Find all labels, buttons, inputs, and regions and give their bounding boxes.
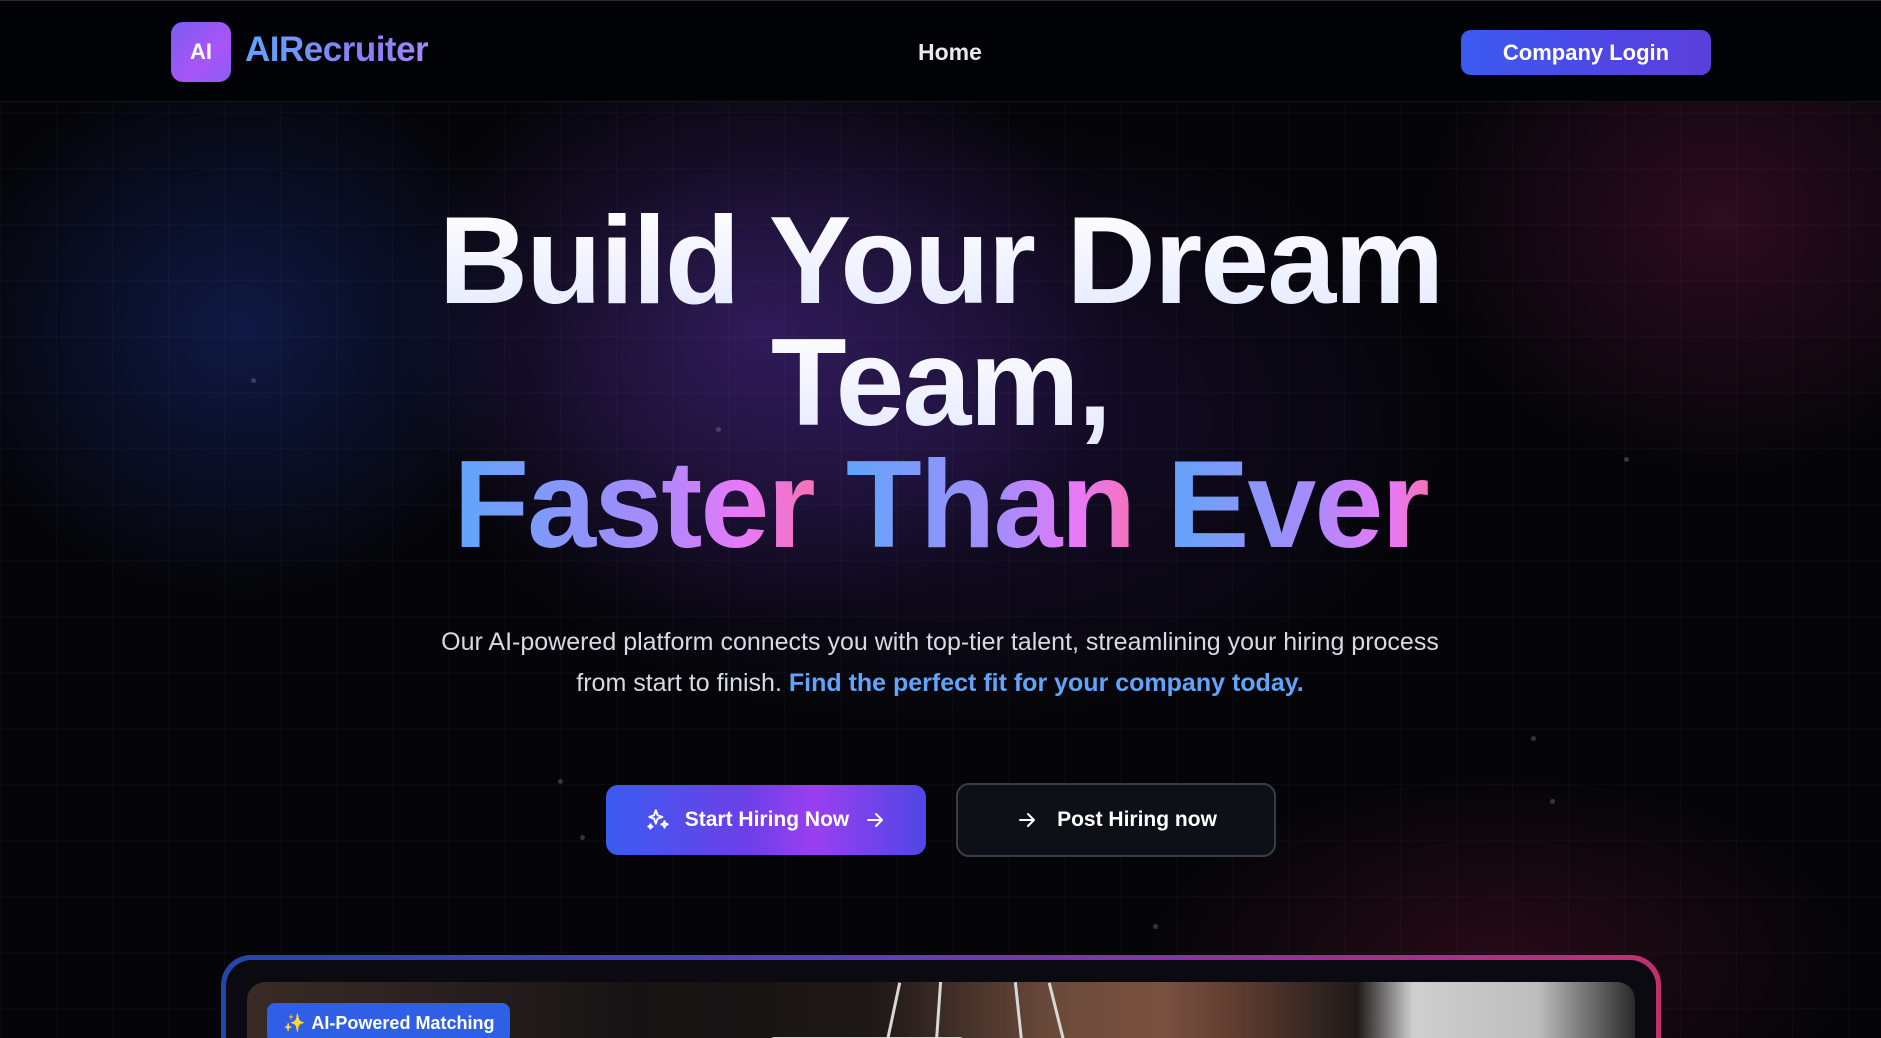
hero-title-line-3: Faster Than Ever bbox=[0, 443, 1881, 567]
start-hiring-button[interactable]: Start Hiring Now bbox=[606, 785, 926, 855]
arrow-right-icon bbox=[1015, 808, 1039, 832]
ai-matching-badge-label: AI-Powered Matching bbox=[311, 1012, 495, 1033]
decor-dot bbox=[1531, 736, 1536, 741]
hero-title-line-1: Build Your Dream bbox=[0, 199, 1881, 323]
arrow-right-icon bbox=[863, 808, 887, 832]
hero-title-word-ever: Ever bbox=[1166, 436, 1430, 574]
post-hiring-label: Post Hiring now bbox=[1057, 808, 1217, 831]
decor-dot bbox=[580, 835, 585, 840]
sparkle-emoji-icon: ✨ bbox=[283, 1012, 306, 1033]
sparkles-icon bbox=[645, 807, 671, 833]
hero-title-word-faster: Faster bbox=[453, 436, 815, 574]
hero-subtitle-highlight: Find the perfect fit for your company to… bbox=[788, 669, 1304, 697]
logo-mark[interactable]: AI bbox=[171, 22, 231, 82]
hero-title-word-than: Than bbox=[846, 436, 1136, 574]
decor-dot bbox=[1153, 924, 1158, 929]
brand-name[interactable]: AIRecruiter bbox=[245, 30, 429, 70]
nav-link-home[interactable]: Home bbox=[918, 39, 982, 66]
decor-dot bbox=[1550, 799, 1555, 804]
decor-dot bbox=[558, 779, 563, 784]
hero-title-line-2: Team, bbox=[0, 321, 1881, 445]
post-hiring-button[interactable]: Post Hiring now bbox=[956, 783, 1276, 857]
ai-matching-badge: ✨ AI-Powered Matching bbox=[267, 1003, 511, 1038]
company-login-button[interactable]: Company Login bbox=[1461, 30, 1711, 75]
hero-subtitle: Our AI-powered platform connects you wit… bbox=[440, 622, 1440, 704]
hero-title: Build Your Dream Team, Faster Than Ever bbox=[0, 199, 1881, 567]
start-hiring-label: Start Hiring Now bbox=[684, 808, 850, 831]
top-navbar: AI AIRecruiter Home Company Login bbox=[0, 0, 1881, 102]
